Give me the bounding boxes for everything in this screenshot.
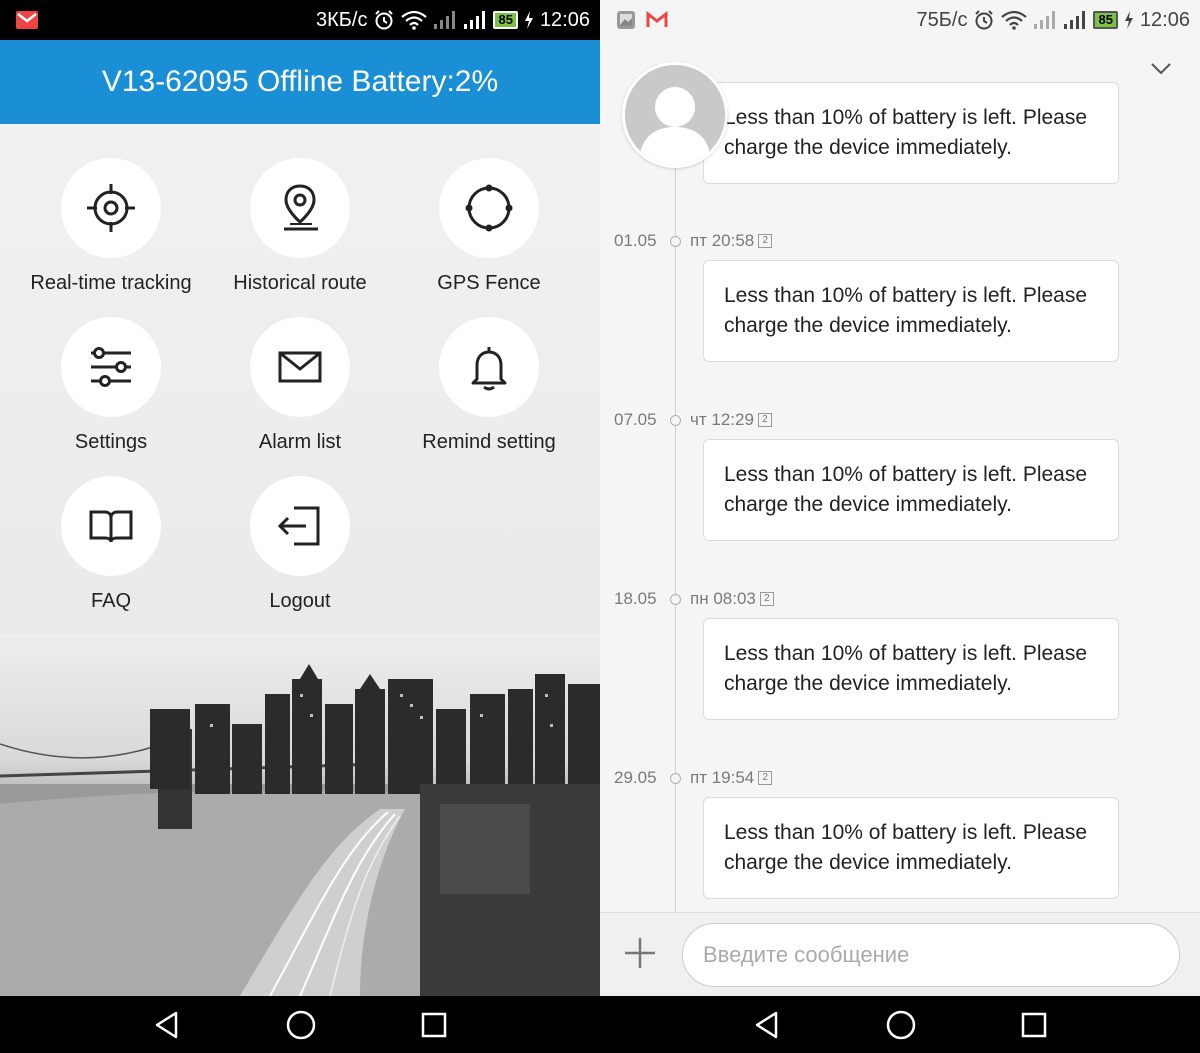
envelope-icon <box>278 351 322 383</box>
status-bar: 3КБ/с 85 12:06 <box>0 0 600 40</box>
sms-conversation-screen: 75Б/с 85 12:06 Less than 10% of battery … <box>600 0 1200 1053</box>
clock: 12:06 <box>539 8 590 31</box>
app-header: V13-62095 Offline Battery:2% <box>0 40 600 124</box>
tracker-app-screen: 3КБ/с 85 12:06 V13-62095 Offline Battery… <box>0 0 600 1053</box>
gmail-icon <box>16 11 38 29</box>
message-composer <box>600 912 1200 996</box>
message-date: 18.05 <box>614 589 657 608</box>
home-icon[interactable] <box>885 1009 917 1041</box>
menu-historical-route[interactable]: Historical route <box>200 158 400 295</box>
alarm-clock-icon <box>373 9 395 31</box>
back-icon[interactable] <box>752 1010 782 1040</box>
menu-remind-setting[interactable]: Remind setting <box>389 317 589 454</box>
main-menu: Real-time tracking Historical route GPS … <box>0 124 600 634</box>
message-date: 29.05 <box>614 768 657 787</box>
logout-icon <box>277 506 320 546</box>
plus-icon[interactable] <box>622 935 658 971</box>
menu-label: GPS Fence <box>437 272 541 294</box>
menu-logout[interactable]: Logout <box>200 476 400 613</box>
timeline-dot <box>670 772 681 784</box>
charging-icon <box>524 11 534 29</box>
sim-badge: 2 <box>758 771 773 785</box>
message-input[interactable] <box>682 923 1180 987</box>
sim-badge: 2 <box>757 413 772 427</box>
signal-sim2-icon <box>463 10 487 30</box>
menu-label: FAQ <box>90 590 131 612</box>
message-bubble[interactable]: Less than 10% of battery is left. Please… <box>703 439 1119 541</box>
crosshair-icon <box>87 184 135 232</box>
menu-faq[interactable]: FAQ <box>11 476 211 613</box>
home-icon[interactable] <box>285 1009 317 1041</box>
message-time: чт 12:29 <box>690 410 754 429</box>
message-timestamp: 29.05 пт 19:54 2 <box>600 766 1200 790</box>
menu-label: Logout <box>269 590 331 612</box>
sim-badge: 2 <box>758 234 773 248</box>
message-bubble[interactable]: Less than 10% of battery is left. Please… <box>703 260 1119 362</box>
message-date: 07.05 <box>614 410 657 429</box>
timeline-dot <box>670 235 681 247</box>
network-speed: 3КБ/с <box>316 8 368 31</box>
menu-label: Remind setting <box>422 431 556 453</box>
menu-realtime-tracking[interactable]: Real-time tracking <box>11 158 211 295</box>
bell-icon <box>471 347 507 391</box>
message-text: Less than 10% of battery is left. Please… <box>724 106 1088 159</box>
message-time: пт 20:58 <box>690 231 755 250</box>
message-text: Less than 10% of battery is left. Please… <box>724 284 1088 337</box>
sim-badge: 2 <box>759 592 774 606</box>
message-timestamp: 07.05 чт 12:29 2 <box>600 408 1200 432</box>
message-text: Less than 10% of battery is left. Please… <box>724 642 1088 695</box>
message-timestamp: 01.05 пт 20:58 2 <box>600 229 1200 253</box>
message-time: пт 19:54 <box>690 768 755 787</box>
menu-label: Alarm list <box>258 431 342 453</box>
recents-icon[interactable] <box>420 1011 448 1039</box>
message-bubble[interactable]: Less than 10% of battery is left. Please… <box>703 82 1119 184</box>
message-bubble[interactable]: Less than 10% of battery is left. Please… <box>703 797 1119 899</box>
menu-settings[interactable]: Settings <box>11 317 211 454</box>
page-title: V13-62095 Offline Battery:2% <box>101 65 499 98</box>
navigation-bar <box>600 996 1200 1053</box>
fence-circle-icon <box>465 184 513 232</box>
timeline-dot <box>670 414 681 426</box>
battery-level: 85 <box>493 11 518 29</box>
city-background-image <box>0 634 600 996</box>
recents-icon[interactable] <box>1020 1011 1048 1039</box>
menu-gps-fence[interactable]: GPS Fence <box>389 158 589 295</box>
wifi-icon <box>401 10 428 30</box>
message-text: Less than 10% of battery is left. Please… <box>724 821 1088 874</box>
menu-label: Historical route <box>233 272 367 294</box>
message-text: Less than 10% of battery is left. Please… <box>724 463 1088 516</box>
back-icon[interactable] <box>152 1010 182 1040</box>
book-icon <box>89 510 133 543</box>
signal-sim1-icon <box>433 10 457 30</box>
menu-label: Real-time tracking <box>30 272 192 294</box>
sliders-icon <box>91 347 131 387</box>
menu-alarm-list[interactable]: Alarm list <box>200 317 400 454</box>
message-time: пн 08:03 <box>690 589 756 608</box>
timeline-dot <box>670 593 681 605</box>
menu-label: Settings <box>74 431 148 453</box>
location-pin-icon <box>284 184 318 231</box>
navigation-bar <box>0 996 600 1053</box>
contact-avatar[interactable] <box>622 62 728 168</box>
message-date: 01.05 <box>614 231 657 250</box>
message-bubble[interactable]: Less than 10% of battery is left. Please… <box>703 618 1119 720</box>
message-timestamp: 18.05 пн 08:03 2 <box>600 587 1200 611</box>
